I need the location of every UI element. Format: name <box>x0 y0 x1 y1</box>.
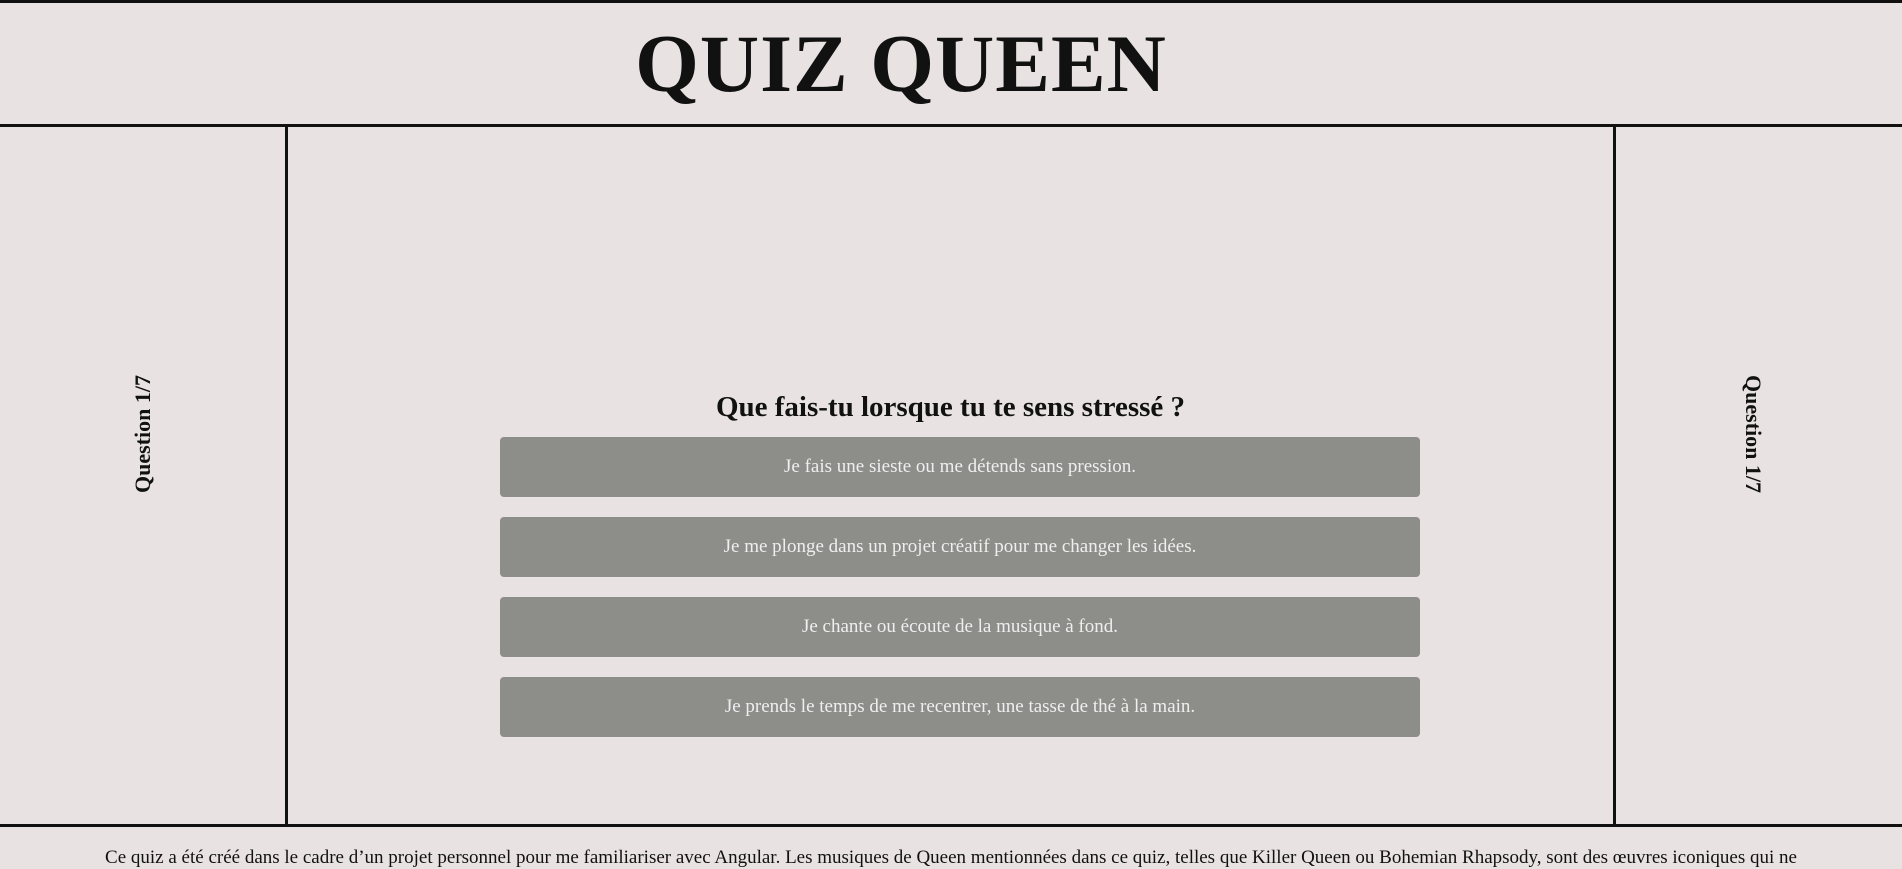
answer-button-2[interactable]: Je me plonge dans un projet créatif pour… <box>500 517 1420 577</box>
site-title: QUIZ QUEEN <box>635 17 1167 109</box>
question-text: Que fais-tu lorsque tu te sens stressé ? <box>715 391 1186 423</box>
right-progress-panel: Question 1/7 <box>1613 127 1902 824</box>
answer-list: Je fais une sieste ou me détends sans pr… <box>500 437 1420 757</box>
question-counter-right: Question 1/7 <box>1741 374 1766 493</box>
page: QUIZ QUEEN Question 1/7 Que fais-tu lors… <box>0 0 1902 868</box>
quiz-panel: Que fais-tu lorsque tu te sens stressé ?… <box>288 127 1613 824</box>
footer-divider <box>0 824 1902 827</box>
answer-button-3[interactable]: Je chante ou écoute de la musique à fond… <box>500 597 1420 657</box>
question-counter-left: Question 1/7 <box>129 374 155 493</box>
answer-button-1[interactable]: Je fais une sieste ou me détends sans pr… <box>500 437 1420 497</box>
answer-button-4[interactable]: Je prends le temps de me recentrer, une … <box>500 677 1420 737</box>
site-header: QUIZ QUEEN <box>0 3 1902 127</box>
left-progress-panel: Question 1/7 <box>0 127 288 824</box>
